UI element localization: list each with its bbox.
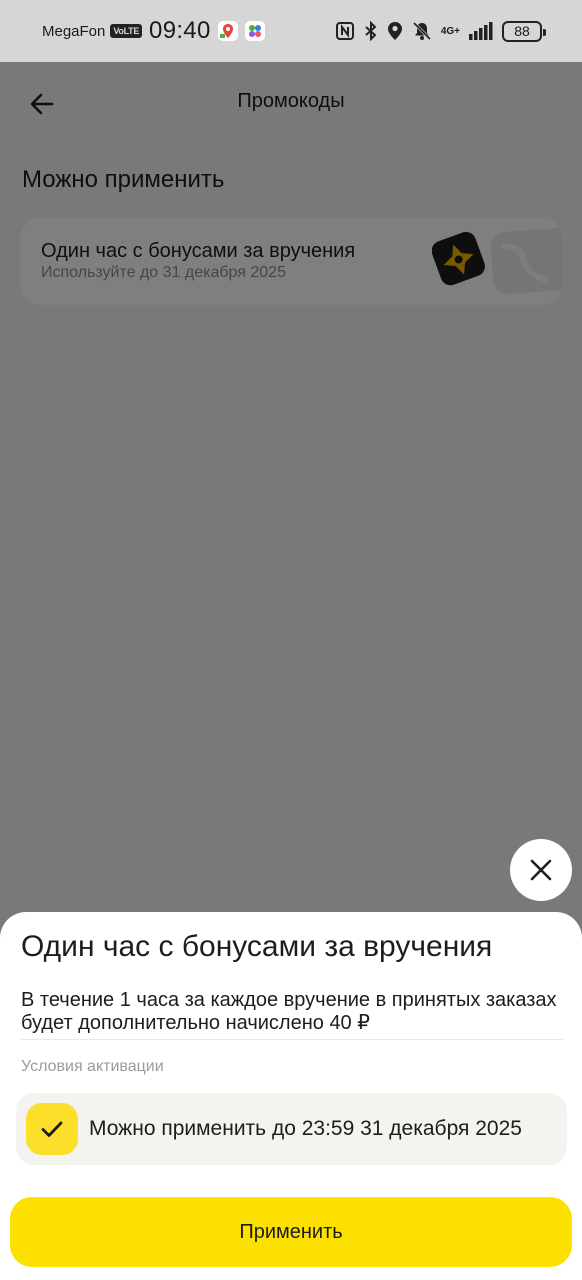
- apply-button[interactable]: Применить: [10, 1197, 572, 1267]
- promo-details-sheet: Один час с бонусами за вручения В течени…: [0, 912, 582, 1280]
- network-type: 4G+: [440, 25, 460, 37]
- close-icon: [530, 859, 552, 881]
- nfc-icon: [335, 21, 355, 41]
- condition-text: Можно применить до 23:59 31 декабря 2025: [89, 1117, 522, 1140]
- conditions-label: Условия активации: [21, 1058, 164, 1075]
- location-icon: [387, 21, 403, 41]
- activation-condition: Можно применить до 23:59 31 декабря 2025: [16, 1093, 567, 1165]
- check-badge: [26, 1103, 78, 1155]
- battery-indicator: 88: [502, 20, 546, 42]
- status-time: 09:40: [149, 17, 211, 44]
- close-sheet-button[interactable]: [510, 839, 572, 901]
- divider: [21, 1039, 563, 1040]
- bell-muted-icon: [412, 21, 432, 41]
- carrier-name: MegaFon: [42, 22, 106, 40]
- bluetooth-icon: [364, 21, 378, 41]
- signal-icon: [469, 21, 493, 41]
- volte-badge: VoLTE: [110, 24, 143, 38]
- tasks-app-icon: [244, 21, 265, 41]
- sheet-description: В течение 1 часа за каждое вручение в пр…: [21, 989, 557, 1034]
- check-icon: [41, 1121, 63, 1137]
- sheet-title: Один час с бонусами за вручения: [21, 930, 493, 963]
- status-bar: MegaFon VoLTE 09:40 4G+ 88: [0, 0, 582, 62]
- maps-app-icon: [217, 21, 238, 41]
